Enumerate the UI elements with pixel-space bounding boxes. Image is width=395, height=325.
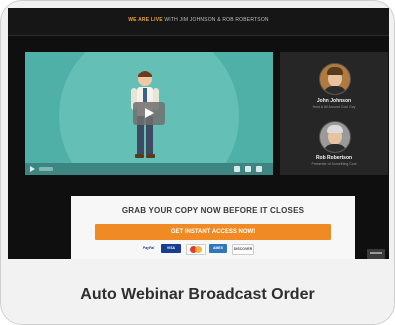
host-name: Rob Robertson [315, 155, 353, 161]
mastercard-icon [186, 244, 206, 255]
hosts-label: WITH JIM JOHNSON & ROB ROBERTSON [162, 17, 269, 23]
host-avatar [319, 63, 351, 95]
cta-headline: GRAB YOUR COPY NOW BEFORE IT CLOSES [121, 206, 305, 215]
play-icon[interactable] [133, 102, 165, 125]
hosts-panel: John Johnson Host & All Around Cool Guy … [280, 52, 388, 175]
host-role: Host & All Around Cool Guy [312, 105, 356, 109]
settings-icon[interactable] [245, 166, 251, 172]
fullscreen-icon[interactable] [256, 166, 262, 172]
order-cta-box: GRAB YOUR COPY NOW BEFORE IT CLOSES GET … [71, 196, 355, 259]
amex-icon: AMEX [209, 244, 227, 253]
live-label: WE ARE LIVE [128, 17, 163, 23]
template-card[interactable]: WE ARE LIVE WITH JIM JOHNSON & ROB ROBER… [0, 0, 395, 325]
discover-icon: DISCOVER [232, 244, 254, 255]
video-controls [25, 163, 273, 175]
get-access-button[interactable]: GET INSTANT ACCESS NOW! [95, 224, 331, 240]
badge-icon [367, 249, 385, 259]
progress-bar[interactable] [39, 167, 53, 171]
host-role: Presenter of Something Cool [311, 162, 357, 166]
webinar-topbar: WE ARE LIVE WITH JIM JOHNSON & ROB ROBER… [8, 8, 389, 36]
card-caption: Auto Webinar Broadcast Order [1, 259, 394, 324]
template-preview: WE ARE LIVE WITH JIM JOHNSON & ROB ROBER… [8, 8, 389, 259]
host-avatar [319, 121, 351, 153]
volume-icon[interactable] [234, 166, 240, 172]
card-title: Auto Webinar Broadcast Order [80, 286, 315, 303]
host-name: John Johnson [316, 98, 352, 104]
paypal-icon: PayPal [142, 246, 155, 250]
topbar-text: WE ARE LIVE WITH JIM JOHNSON & ROB ROBER… [8, 17, 389, 23]
visa-icon: VISA [161, 244, 181, 253]
controls-play-icon[interactable] [30, 166, 35, 172]
video-player[interactable] [25, 52, 273, 175]
